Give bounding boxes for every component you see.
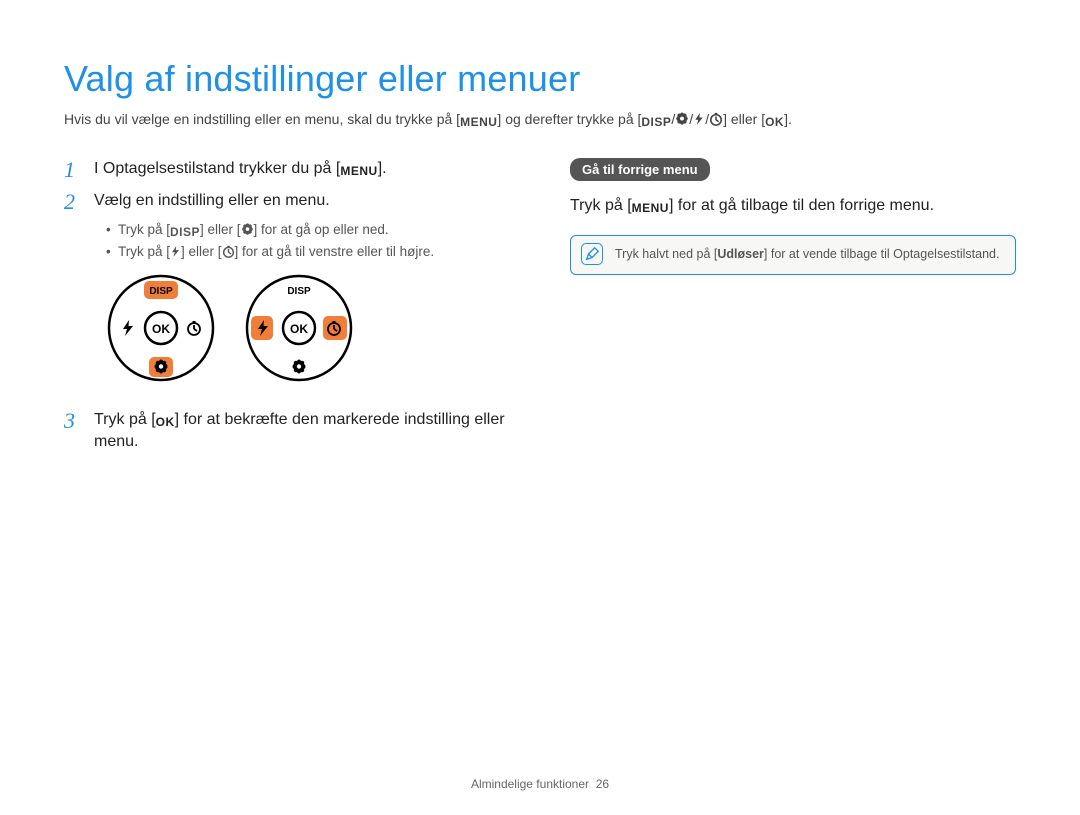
menu-glyph: MENU xyxy=(460,115,497,130)
left-column: 1 I Optagelsestilstand trykker du på [ME… xyxy=(64,158,510,462)
step-number-1: 1 xyxy=(64,158,82,182)
b2-b: ] eller [ xyxy=(181,244,222,259)
b1-a: Tryk på [ xyxy=(118,222,170,237)
step-number-3: 3 xyxy=(64,409,82,433)
step-3-text-a: Tryk på [ xyxy=(94,411,156,428)
dial-ok-label: OK xyxy=(152,322,170,336)
dial-horizontal: OK DISP xyxy=(244,273,354,383)
intro-text-2: ] og derefter trykke på [ xyxy=(497,111,641,127)
flash-icon xyxy=(170,245,181,258)
b2-c: ] for at gå til venstre eller til højre. xyxy=(235,244,435,259)
step-3: 3 Tryk på [OK] for at bekræfte den marke… xyxy=(64,409,510,454)
step-2-text: Vælg en indstilling eller en menu. xyxy=(94,190,330,212)
dial-graphics: OK DISP OK DISP xyxy=(106,273,510,383)
bullet-left-right: Tryk på [ ] eller [ ] for at gå til venstr… xyxy=(106,244,510,259)
dial-ok-label: OK xyxy=(290,322,308,336)
intro-text-4: ]. xyxy=(784,111,792,127)
step-1-text-a: I Optagelsestilstand trykker du på [ xyxy=(94,160,340,177)
bullet-up-down: Tryk på [DISP] eller [ ] for at gå op ell… xyxy=(106,222,510,240)
back-menu-paragraph: Tryk på [MENU] for at gå tilbage til den… xyxy=(570,195,1016,217)
step-1: 1 I Optagelsestilstand trykker du på [ME… xyxy=(64,158,510,182)
page-title: Valg af indstillinger eller menuer xyxy=(64,58,1016,100)
flash-icon xyxy=(693,112,705,126)
flower-icon xyxy=(241,223,254,236)
b1-b: ] eller [ xyxy=(200,222,241,237)
note-a: Tryk halvt ned på [ xyxy=(615,247,717,261)
note-box: Tryk halvt ned på [Udløser] for at vende… xyxy=(570,235,1016,275)
rp-b: ] for at gå tilbage til den forrige menu… xyxy=(669,197,934,214)
footer-page: 26 xyxy=(596,777,609,791)
intro-text-3: ] eller [ xyxy=(723,111,765,127)
timer-icon xyxy=(222,245,235,258)
intro-paragraph: Hvis du vil vælge en indstilling eller e… xyxy=(64,110,1016,130)
dial-disp-label: DISP xyxy=(149,286,173,297)
menu-glyph: MENU xyxy=(632,201,669,216)
dial-vertical: OK DISP xyxy=(106,273,216,383)
back-menu-pill: Gå til forrige menu xyxy=(570,158,710,181)
disp-glyph: DISP xyxy=(170,225,200,240)
step-1-text-b: ]. xyxy=(378,160,387,177)
page-footer: Almindelige funktioner 26 xyxy=(0,777,1080,791)
b2-a: Tryk på [ xyxy=(118,244,170,259)
step-number-2: 2 xyxy=(64,190,82,214)
step-2-bullets: Tryk på [DISP] eller [] for at gå op ell… xyxy=(106,222,510,259)
footer-section: Almindelige funktioner xyxy=(471,777,589,791)
step-2: 2 Vælg en indstilling eller en menu. xyxy=(64,190,510,214)
note-icon xyxy=(581,243,603,265)
menu-glyph: MENU xyxy=(340,164,377,179)
disp-glyph: DISP xyxy=(641,115,671,130)
note-bold: Udløser xyxy=(717,247,764,261)
rp-a: Tryk på [ xyxy=(570,197,632,214)
right-column: Gå til forrige menu Tryk på [MENU] for a… xyxy=(570,158,1016,462)
note-b: ] for at vende tilbage til Optagelsestil… xyxy=(764,247,1000,261)
ok-glyph: OK xyxy=(765,115,784,130)
b1-c: ] for at gå op eller ned. xyxy=(254,222,389,237)
flower-icon xyxy=(675,112,689,126)
intro-text-1: Hvis du vil vælge en indstilling eller e… xyxy=(64,111,460,127)
timer-icon xyxy=(709,112,723,126)
ok-glyph: OK xyxy=(156,415,175,430)
dial-disp-label: DISP xyxy=(287,286,311,297)
